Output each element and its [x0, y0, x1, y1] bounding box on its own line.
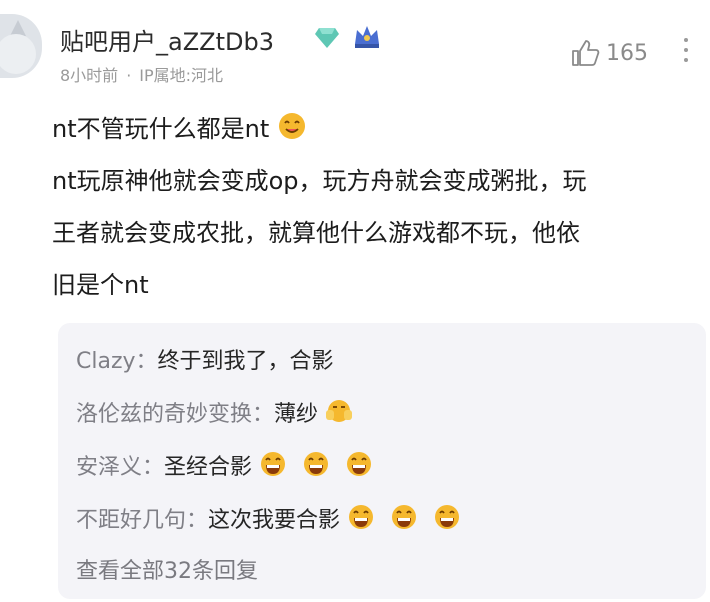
reply-item[interactable]: Clazy：终于到我了，合影 — [76, 343, 334, 375]
reply-text: 圣经合影 — [164, 455, 253, 480]
post-line: nt不管玩什么都是nt — [52, 103, 697, 155]
post-meta: 8小时前 · IP属地:河北 — [60, 62, 223, 86]
thumbs-up-icon — [572, 40, 600, 66]
meta-separator: · — [126, 66, 132, 85]
post-time: 8小时前 — [60, 66, 119, 85]
reply-nick[interactable]: 安泽义 — [76, 455, 142, 480]
ip-location: IP属地:河北 — [139, 66, 224, 85]
reply-item[interactable]: 安泽义：圣经合影 — [76, 449, 373, 481]
emoji-icon — [304, 452, 329, 476]
reply-text: 薄纱 — [274, 402, 319, 427]
emoji-icon — [261, 452, 286, 476]
crown-badge-icon — [355, 26, 379, 48]
more-icon[interactable] — [682, 38, 690, 68]
avatar-face — [0, 34, 36, 74]
emoji-icon — [278, 113, 305, 139]
emoji-icon — [326, 400, 353, 422]
reply-nick[interactable]: 不距好几句 — [76, 508, 186, 533]
avatar[interactable] — [0, 14, 42, 78]
post-content: nt不管玩什么都是nt nt玩原神他就会变成op，玩方舟就会变成粥批，玩 王者就… — [52, 103, 697, 311]
post-line: 王者就会变成农批，就算他什么游戏都不玩，他依 — [52, 219, 580, 247]
reply-nick[interactable]: 洛伦兹的奇妙变换 — [76, 402, 252, 427]
reply-text: 终于到我了，合影 — [157, 349, 334, 374]
like-button[interactable]: 165 — [570, 38, 648, 68]
emoji-icon — [435, 505, 460, 529]
view-all-replies-link[interactable]: 查看全部32条回复 — [76, 553, 258, 585]
emoji-icon — [392, 505, 417, 529]
emoji-group — [259, 452, 373, 480]
like-count: 165 — [606, 40, 648, 66]
post-line: 旧是个nt — [52, 271, 149, 299]
username[interactable]: 贴吧用户_aZZtDb3 — [60, 22, 274, 57]
emoji-group — [347, 505, 461, 533]
emoji-icon — [349, 505, 374, 529]
reply-text: 这次我要合影 — [208, 508, 341, 533]
reply-item[interactable]: 洛伦兹的奇妙变换：薄纱 — [76, 396, 353, 428]
diamond-badge-icon — [315, 28, 339, 48]
reply-item[interactable]: 不距好几句：这次我要合影 — [76, 502, 461, 534]
reply-list: Clazy：终于到我了，合影 洛伦兹的奇妙变换：薄纱 安泽义：圣经合影 不距好几… — [58, 323, 706, 599]
emoji-icon — [347, 452, 372, 476]
post-line: nt玩原神他就会变成op，玩方舟就会变成粥批，玩 — [52, 167, 587, 195]
reply-nick[interactable]: Clazy — [76, 349, 136, 374]
